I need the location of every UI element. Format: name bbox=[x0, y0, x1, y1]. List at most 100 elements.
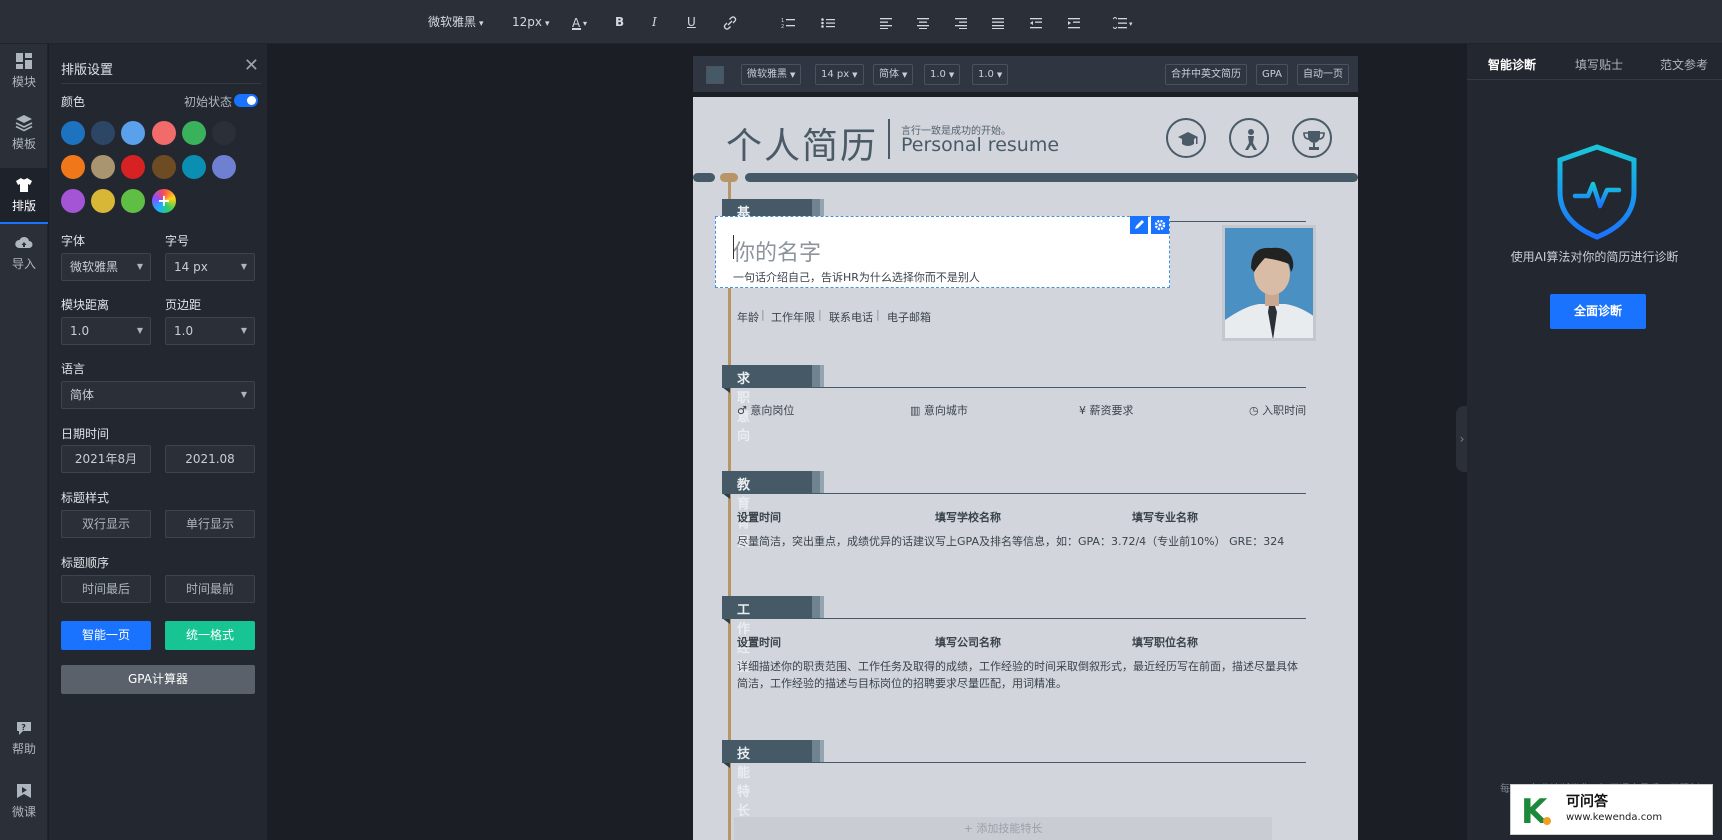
color-swatch[interactable] bbox=[181, 121, 206, 145]
smart-one-page-button[interactable]: 智能一页 bbox=[61, 621, 151, 650]
full-diagnosis-button[interactable]: 全面诊断 bbox=[1550, 294, 1646, 329]
size-select[interactable]: 14 px ▼ bbox=[165, 253, 255, 281]
color-swatch[interactable] bbox=[91, 189, 116, 213]
font-family-dropdown[interactable]: 微软雅黑 ▾ bbox=[428, 12, 484, 32]
color-swatch[interactable] bbox=[181, 155, 206, 179]
edu-school[interactable]: 填写学校名称 bbox=[935, 509, 1001, 525]
tab-smart-diagnosis[interactable]: 智能诊断 bbox=[1488, 56, 1536, 73]
tab-sample-reference[interactable]: 范文参考 bbox=[1660, 56, 1708, 73]
nav-item-courses[interactable]: 微课 bbox=[0, 774, 48, 830]
chevron-right-icon: › bbox=[1459, 432, 1465, 446]
line-height-icon[interactable]: ▾ bbox=[1112, 12, 1135, 32]
color-swatch[interactable] bbox=[91, 155, 116, 179]
color-swatch[interactable] bbox=[61, 155, 85, 179]
nav-item-import[interactable]: 导入 bbox=[0, 226, 48, 282]
doc-font-select[interactable]: 微软雅黑 ▼ bbox=[741, 64, 802, 85]
link-icon[interactable] bbox=[723, 12, 737, 32]
auto-one-page-button[interactable]: 自动一页 bbox=[1297, 64, 1349, 85]
color-swatch[interactable] bbox=[121, 121, 146, 145]
custom-color-button[interactable]: + bbox=[152, 189, 176, 213]
font-label: 字体 bbox=[61, 234, 86, 248]
gear-icon[interactable] bbox=[1151, 216, 1169, 234]
merge-resume-button[interactable]: 合并中英文简历 bbox=[1165, 64, 1247, 85]
edu-time[interactable]: 设置时间 bbox=[737, 509, 781, 525]
module-spacing-select[interactable]: 1.0 ▼ bbox=[61, 317, 151, 345]
language-select[interactable]: 简体 ▼ bbox=[61, 381, 255, 409]
indent-increase-icon[interactable] bbox=[1068, 12, 1080, 32]
work-position[interactable]: 填写职位名称 bbox=[1132, 634, 1198, 650]
nav-item-templates[interactable]: 模板 bbox=[0, 106, 48, 162]
add-skill-button[interactable]: + 添加技能特长 bbox=[734, 817, 1272, 840]
pencil-icon[interactable] bbox=[1130, 216, 1148, 234]
font-select[interactable]: 微软雅黑 ▼ bbox=[61, 253, 151, 281]
title-order-first-button[interactable]: 时间最前 bbox=[165, 575, 255, 603]
intent-start-date[interactable]: ◷ 入职时间 bbox=[1249, 402, 1306, 418]
font-size-dropdown[interactable]: 12px ▾ bbox=[512, 12, 550, 32]
theme-color-button[interactable] bbox=[706, 66, 724, 84]
justify-icon[interactable] bbox=[992, 12, 1004, 32]
color-swatch[interactable] bbox=[151, 121, 176, 145]
nav-item-layout[interactable]: 排版 bbox=[0, 168, 48, 224]
intent-position[interactable]: ♂ 意向岗位 bbox=[737, 402, 794, 418]
nav-item-modules[interactable]: 模块 bbox=[0, 44, 48, 100]
field-email[interactable]: 电子邮箱 bbox=[887, 309, 931, 325]
unify-format-button[interactable]: 统一格式 bbox=[165, 621, 255, 650]
intent-city[interactable]: ▥ 意向城市 bbox=[910, 402, 968, 418]
unordered-list-icon[interactable] bbox=[821, 12, 835, 32]
color-swatch[interactable] bbox=[61, 121, 85, 145]
align-left-icon[interactable] bbox=[880, 12, 892, 32]
edu-major[interactable]: 填写专业名称 bbox=[1132, 509, 1198, 525]
intent-label: 薪资要求 bbox=[1089, 404, 1134, 417]
intent-label: 入职时间 bbox=[1262, 404, 1307, 417]
layers-icon bbox=[15, 115, 33, 132]
color-swatch[interactable] bbox=[151, 155, 176, 179]
font-color-icon[interactable]: A ▾ bbox=[571, 12, 591, 32]
color-swatch[interactable] bbox=[212, 121, 236, 145]
doc-gpa-button[interactable]: GPA bbox=[1256, 64, 1288, 85]
field-work-years[interactable]: 工作年限 bbox=[771, 309, 815, 325]
color-swatch[interactable] bbox=[121, 155, 146, 179]
gpa-calculator-button[interactable]: GPA计算器 bbox=[61, 665, 255, 694]
work-company[interactable]: 填写公司名称 bbox=[935, 634, 1001, 650]
shield-icon bbox=[1557, 144, 1637, 240]
doc-spacing-select-1[interactable]: 1.0 ▼ bbox=[924, 64, 961, 85]
align-center-icon[interactable] bbox=[917, 12, 929, 32]
intent-label: 意向城市 bbox=[923, 404, 968, 417]
indent-decrease-icon[interactable] bbox=[1030, 12, 1042, 32]
underline-icon[interactable]: U bbox=[687, 12, 696, 32]
nav-item-help[interactable]: ? 帮助 bbox=[0, 711, 48, 767]
doc-size-select[interactable]: 14 px ▼ bbox=[815, 64, 864, 85]
margin-select[interactable]: 1.0 ▼ bbox=[165, 317, 255, 345]
date-format-button-1[interactable]: 2021年8月 bbox=[61, 445, 151, 473]
field-age[interactable]: 年龄 bbox=[737, 309, 759, 325]
name-edit-box[interactable]: 你的名字 一句话介绍自己，告诉HR为什么选择你而不是别人 bbox=[715, 216, 1170, 288]
title-style-single-button[interactable]: 单行显示 bbox=[165, 510, 255, 538]
title-order-last-button[interactable]: 时间最后 bbox=[61, 575, 151, 603]
section-tab bbox=[722, 365, 824, 387]
field-phone[interactable]: 联系电话 bbox=[829, 309, 873, 325]
intent-salary[interactable]: ¥ 薪资要求 bbox=[1079, 402, 1134, 418]
avatar[interactable] bbox=[1222, 225, 1316, 341]
align-right-icon[interactable] bbox=[955, 12, 967, 32]
close-icon[interactable]: ✕ bbox=[244, 55, 259, 76]
bold-icon[interactable]: B bbox=[615, 12, 624, 32]
ordered-list-icon[interactable]: 12 bbox=[781, 12, 795, 32]
work-description-line2[interactable]: 简洁，工作经验的描述与目标岗位的招聘要求尽量匹配，用词精准。 bbox=[737, 675, 1067, 691]
edu-description[interactable]: 尽量简洁，突出重点，成绩优异的话建议写上GPA及排名等信息，如：GPA：3.72… bbox=[737, 533, 1284, 549]
work-time[interactable]: 设置时间 bbox=[737, 634, 781, 650]
italic-icon[interactable]: I bbox=[652, 12, 657, 32]
name-input[interactable]: 你的名字 bbox=[733, 235, 821, 267]
initial-state-toggle[interactable] bbox=[234, 94, 258, 107]
color-swatch[interactable] bbox=[121, 189, 146, 213]
color-swatch[interactable] bbox=[61, 189, 85, 213]
date-format-button-2[interactable]: 2021.08 bbox=[165, 445, 255, 473]
color-swatch[interactable] bbox=[91, 121, 116, 145]
tagline-input[interactable]: 一句话介绍自己，告诉HR为什么选择你而不是别人 bbox=[733, 269, 980, 285]
color-swatch[interactable] bbox=[212, 155, 236, 179]
size-select-value: 14 px bbox=[174, 260, 208, 274]
doc-lang-select[interactable]: 简体 ▼ bbox=[873, 64, 914, 85]
work-description-line1[interactable]: 详细描述你的职责范围、工作任务及取得的成绩，工作经验的时间采取倒叙形式，最近经历… bbox=[737, 658, 1298, 674]
tab-writing-tips[interactable]: 填写贴士 bbox=[1575, 56, 1623, 73]
title-style-double-button[interactable]: 双行显示 bbox=[61, 510, 151, 538]
doc-spacing-select-2[interactable]: 1.0 ▼ bbox=[972, 64, 1009, 85]
